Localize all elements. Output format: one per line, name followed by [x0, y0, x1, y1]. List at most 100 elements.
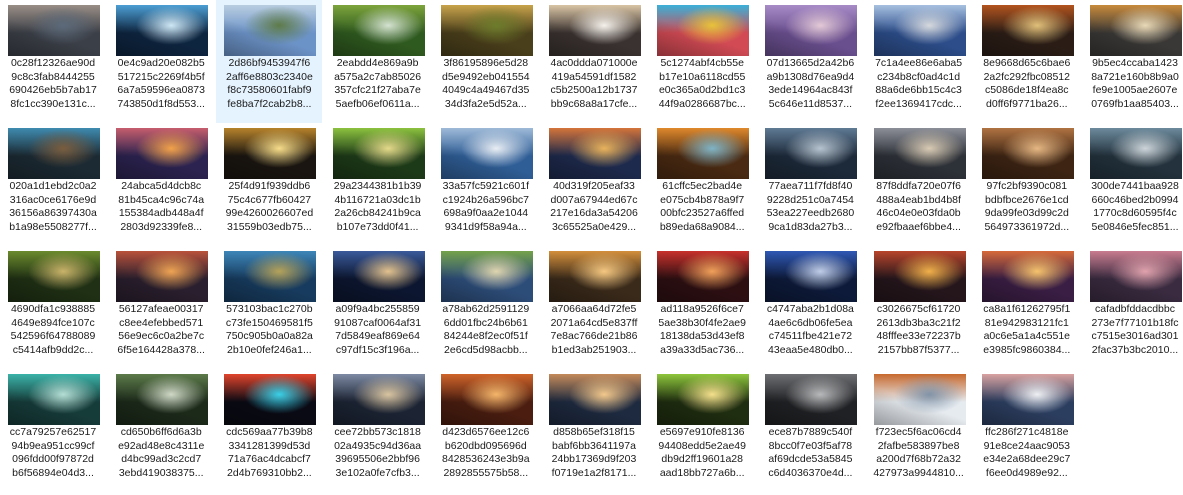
file-item[interactable]: 2eabdd4e869a9b a575a2c7ab85026 357cfc21f27…	[325, 0, 431, 123]
image-thumbnail-waterfall	[332, 5, 425, 56]
file-item[interactable]: 24abca5d4dcb8c 81b45ca4c96c74a 155384adb44…	[108, 123, 214, 246]
file-item[interactable]: ece87b7889c540f 8bcc0f7e03f5af78 af69dcde5…	[757, 369, 863, 492]
file-name-line: c4747aba2b1d08a	[766, 303, 854, 315]
file-item[interactable]: a7066aa64d72fe5 2071a64cd5e837ff 7e8ac766d…	[541, 246, 647, 369]
file-item[interactable]: 61cffc5ec2bad4e e075cb4b878a9f7 00bfc23527…	[649, 123, 755, 246]
file-name-line: bb9c68a8a17cfe...	[550, 97, 638, 110]
file-name: 4690dfa1c938885 4649e894fce107c 542596f647…	[1, 303, 105, 357]
file-name-line: c97df15c3f196a...	[335, 343, 420, 356]
image-thumbnail-snowy-sunset	[549, 5, 641, 56]
file-name: 0e4c9ad20e082b5 517215c2269f4b5f 6a7a59596…	[109, 57, 213, 111]
file-name-line: 743850d1f8d553...	[117, 97, 205, 110]
file-name-line: a7066aa64d72fe5	[551, 303, 637, 315]
file-name-line: 8e9668d65c6bae6	[983, 57, 1071, 69]
image-thumbnail-spiral-stairs	[765, 251, 858, 302]
file-name-line: 81e942983121fc1	[984, 316, 1069, 329]
file-item[interactable]: 573103bac1c270b c73fe150469581f5 750c905b0…	[216, 246, 322, 369]
file-name-line: 4b116721a03dc1b	[334, 193, 421, 206]
file-item[interactable]: 29a2344381b1b39 4b116721a03dc1b 2a26cb8424…	[325, 123, 431, 246]
file-item[interactable]: d423d6576ee12c6 b620dbd095696d 8428536243e…	[433, 369, 539, 492]
image-thumbnail-misty-peaks	[873, 128, 966, 179]
file-name-line: a39a33d5ac736...	[660, 343, 745, 356]
file-item[interactable]: cdc569aa77b39b8 3341281399d53d 71a76ac4dca…	[216, 369, 322, 492]
file-item[interactable]: a78ab62d2591129 6dd01fbc24b6b61 84244e8f2e…	[433, 246, 539, 369]
file-item[interactable]: 300de7441baa928 660c46bed2b0994 1770c8d605…	[1082, 123, 1183, 246]
file-item[interactable]: 40d319f205eaf33 d007a67944ed67c 217e16da3a…	[541, 123, 647, 246]
file-name-line: 0769fb1aa85403...	[1091, 97, 1179, 110]
file-item[interactable]: f723ec5f6ac06cd4 2fafbe583897be8 a200d7f68…	[866, 369, 972, 492]
file-name: 020a1d1ebd2c0a2 316ac0ce6176e9d 36156a8639…	[1, 180, 105, 234]
file-item[interactable]: 3f86195896e5d28 d5e9492eb041554 4049c4a494…	[433, 0, 539, 123]
file-name-line: a78ab62d2591129	[442, 303, 530, 315]
file-item[interactable]: c3026675cf61720 2613db3ba3c21f2 48fffee33e…	[866, 246, 972, 369]
file-name-line: 9b5ec4ccaba1423	[1092, 57, 1178, 69]
file-item[interactable]: cee72bb573c1818 02a4935c94d36aa 39695506e2…	[325, 369, 431, 492]
file-name: cdc569aa77b39b8 3341281399d53d 71a76ac4dca…	[217, 426, 321, 480]
file-item[interactable]: ffc286f271c4818e 91e8ce24aac9053 e34e2a68d…	[974, 369, 1080, 492]
file-item[interactable]: 87f8ddfa720e07f6 488a4eab1bd4b8f 46c04e0e0…	[866, 123, 972, 246]
file-name-line: 9228d251c0a7454	[766, 193, 854, 206]
image-thumbnail-bridge	[873, 5, 966, 56]
file-item[interactable]: ca8a1f61262795f1 81e942983121fc1 a0c6e5a1a…	[974, 246, 1080, 369]
file-item[interactable]: 56127afeae00317 c8ee4efebbed571 56e9ec6c0a…	[108, 246, 214, 369]
file-item[interactable]: c4747aba2b1d08a 4ae6c6db06fe5ea c74511fbe4…	[757, 246, 863, 369]
file-item[interactable]: 9b5ec4ccaba1423 8a721e160b8b9a0 fe9e1005ae…	[1082, 0, 1183, 123]
file-item[interactable]: 97fc2bf9390c081 bdbfbce2676e1cd 9da99fe03d…	[974, 123, 1080, 246]
file-item[interactable]: 8e9668d65c6bae6 2a2fc292fbc08512 c5086de18…	[974, 0, 1080, 123]
file-name: ece87b7889c540f 8bcc0f7e03f5af78 af69dcde5…	[758, 426, 862, 480]
file-name: 07d13665d2a42b6 a9b1308d76ea9d4 3ede14964a…	[758, 57, 862, 111]
file-name-line: c5086de18f4ea8c	[985, 84, 1069, 96]
file-name: ca8a1f61262795f1 81e942983121fc1 a0c6e5a1a…	[975, 303, 1079, 357]
file-name: 77aea711f7fd8f40 9228d251c0a7454 53ea227ee…	[758, 180, 862, 234]
file-name-line: 2fac37b3bc2010...	[1091, 343, 1179, 356]
file-item[interactable]: e5697e910fe8136 94408edd5e2ae49 db9d2ff196…	[649, 369, 755, 492]
image-thumbnail-spice-bowls	[1090, 5, 1182, 56]
file-item[interactable]: 4ac0ddda071000e 419a54591df1582 c5b2500a12…	[541, 0, 647, 123]
file-item[interactable]: ad118a9526f6ce7 5ae38b30f4fe2ae9 18138da53…	[649, 246, 755, 369]
file-item[interactable]: 77aea711f7fd8f40 9228d251c0a7454 53ea227ee…	[757, 123, 863, 246]
image-thumbnail-suspension-bridge	[332, 374, 425, 425]
file-item[interactable]: 2d86bf9453947f6 2aff6e8803c2340e f8c735806…	[216, 0, 323, 123]
file-item[interactable]: a09f9a4bc255859 91087caf0064af31 7d5849eaf…	[325, 246, 431, 369]
image-thumbnail-spices	[981, 5, 1074, 56]
file-item[interactable]: 07d13665d2a42b6 a9b1308d76ea9d4 3ede14964a…	[757, 0, 863, 123]
file-item[interactable]: 33a57fc5921c601f c1924b26a596bc7 698a9f0aa…	[433, 123, 539, 246]
file-item[interactable]: cc7a79257e62517 94b9ea951cc99cf 096fdd00f9…	[0, 369, 106, 492]
file-item[interactable]: cd650b6ff6d6a3b e92ad48e8c4311e d4bc99ad3c…	[108, 369, 214, 492]
file-name-line: 24bb17369d9f203	[551, 453, 637, 465]
file-name-line: d858b65ef318f15	[553, 426, 635, 438]
file-item[interactable]: 0c28f12326ae90d 9c8c3fab8444255 690426eb5b…	[0, 0, 106, 123]
file-item[interactable]: 4690dfa1c938885 4649e894fce107c 542596f647…	[0, 246, 106, 369]
file-name-line: 97fc2bf9390c081	[986, 180, 1068, 192]
file-name-line: b17e10a6118cd55	[659, 70, 746, 83]
file-name-line: e92fbaaef6bbe4...	[876, 220, 961, 233]
file-item[interactable]: d858b65ef318f15 babf6bb3641197a 24bb17369d…	[541, 369, 647, 492]
file-name-line: 3341281399d53d	[228, 439, 311, 452]
file-name-line: f0719e1a2f8171...	[551, 466, 637, 479]
file-name-line: 99e4260026607ed	[225, 207, 314, 219]
file-name-line: 4049c4a49467d35	[442, 84, 530, 96]
file-name: c3026675cf61720 2613db3ba3c21f2 48fffee33e…	[867, 303, 971, 357]
file-name-line: 096fdd00f97872d	[12, 453, 94, 465]
file-item[interactable]: 7c1a4ee86e6aba5 c234b8cf0ad4c1d 88a6de6bb1…	[866, 0, 972, 123]
file-name-line: e0c365a0d2bd1c3	[658, 84, 746, 96]
file-name-line: 3f86195896e5d28	[443, 57, 529, 69]
file-item[interactable]: cafadbfddacdbbc 273e7f77101b18fc c7515e301…	[1082, 246, 1183, 369]
file-name-line: cd650b6ff6d6a3b	[120, 426, 202, 438]
file-name-line: 4ac0ddda071000e	[550, 57, 638, 69]
file-item[interactable]: 020a1d1ebd2c0a2 316ac0ce6176e9d 36156a8639…	[0, 123, 106, 246]
file-name-line: ffc286f271c4818e	[985, 426, 1069, 438]
file-name-line: 2b10e0fef246a1...	[227, 343, 312, 356]
file-name-line: ece87b7889c540f	[768, 426, 853, 438]
file-name-line: 75c4c677fb60427	[227, 193, 312, 206]
file-item[interactable]: 0e4c9ad20e082b5 517215c2269f4b5f 6a7a59596…	[108, 0, 214, 123]
file-name: 2d86bf9453947f6 2aff6e8803c2340e f8c735806…	[217, 57, 321, 111]
file-item[interactable]: 25f4d91f939ddb6 75c4c677fb60427 99e4260026…	[216, 123, 322, 246]
image-thumbnail-bridge-tunnel	[981, 251, 1074, 302]
image-thumbnail-pink-lake	[1090, 251, 1182, 302]
file-name-line: 2e6cd5d98acbb...	[444, 343, 528, 356]
file-name-line: 5aefb06ef0611a...	[335, 97, 420, 110]
file-item[interactable]: 5c1274abf4cb55e b17e10a6118cd55 e0c365a0d2…	[649, 0, 755, 123]
file-name-line: e075cb4b878a9f7	[660, 193, 745, 206]
file-name-line: 1770c8d60595f4c	[1093, 207, 1177, 219]
